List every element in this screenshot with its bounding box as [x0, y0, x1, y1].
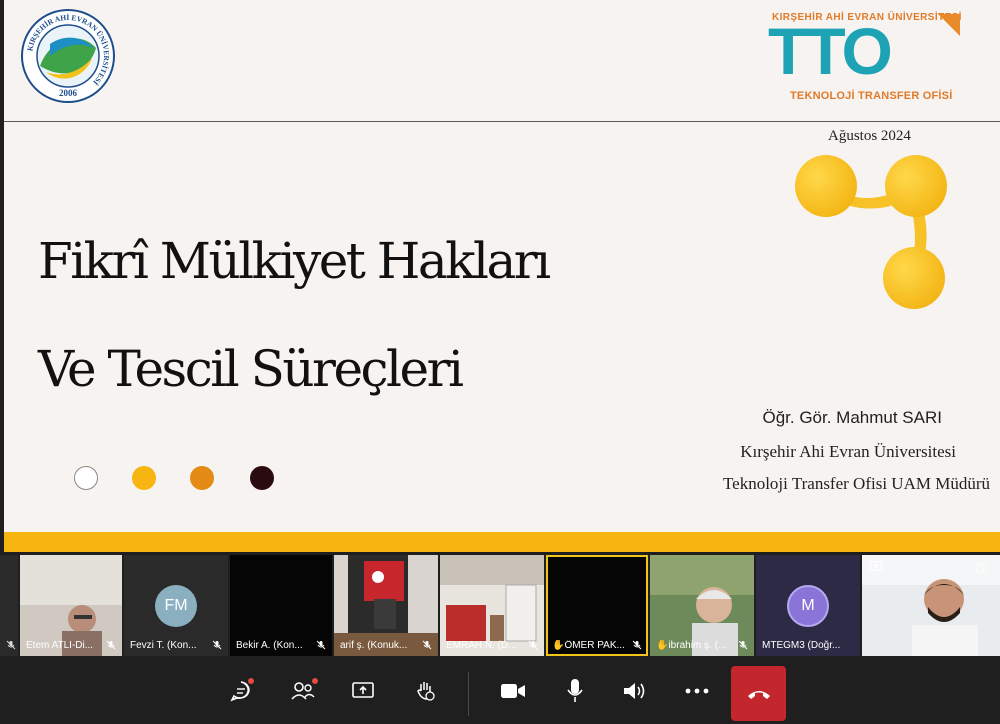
toolbar-separator [468, 672, 469, 716]
participant-name: Fevzi T. (Kon... [130, 640, 197, 651]
participant-tile-self[interactable] [862, 555, 1000, 656]
hang-up-button[interactable] [731, 666, 786, 721]
reactions-button[interactable] [408, 674, 442, 708]
participant-name: EMRAH N. (D... [446, 640, 517, 651]
decor-dot-orange [190, 466, 214, 490]
speaker-button[interactable] [618, 674, 652, 708]
mic-muted-icon [528, 640, 538, 650]
presenter-name: Öğr. Gör. Mahmut SARI [762, 408, 942, 427]
shared-slide: KIRŞEHİR AHİ EVRAN ÜNİVERSİTESİ 2006 KIR… [4, 0, 1000, 552]
tto-logo: KIRŞEHİR AHİ EVRAN ÜNİVERSİTESİ TTO TEKN… [768, 10, 966, 110]
raise-hand-icon: ✋ [656, 640, 669, 651]
participant-name: MTEGM3 (Doğr... [762, 640, 841, 651]
speaker-icon [624, 683, 645, 699]
university-logo-year: 2006 [59, 88, 78, 98]
share-screen-button[interactable] [346, 674, 380, 708]
participant-name-text: ÖMER PAK... [564, 640, 625, 651]
participant-name: Bekir A. (Kon... [236, 640, 303, 651]
pin-icon[interactable] [870, 561, 882, 571]
participant-tile[interactable]: M MTEGM3 (Doğr... [756, 555, 860, 656]
raise-hand-icon [417, 682, 435, 701]
participant-tile[interactable]: EMRAH N. (D... [440, 555, 544, 656]
slide-date: Ağustos 2024 [828, 128, 911, 144]
decor-dot-white [74, 466, 98, 490]
participant-tile[interactable]: ✋ÖMER PAK... [546, 555, 648, 656]
participant-avatar: M [787, 585, 829, 627]
meeting-toolbar [0, 656, 1000, 724]
participant-tile[interactable]: ✋ibrahim ş. (... [650, 555, 754, 656]
tto-arrow-icon [938, 14, 960, 36]
microphone-icon [567, 679, 583, 702]
presenter-affiliation-office: Teknoloji Transfer Ofisi UAM Müdürü [722, 474, 990, 493]
camera-icon [501, 684, 525, 698]
camera-button[interactable] [496, 674, 530, 708]
mic-muted-icon [738, 640, 748, 650]
participant-tile-partial[interactable] [0, 555, 18, 656]
presenter-affiliation-university: Kırşehir Ahi Evran Üniversitesi [740, 442, 956, 461]
slide-title-line1: Fikrî Mülkiyet Hakları [38, 232, 551, 290]
tto-logo-letters: TTO [768, 14, 893, 88]
participants-button[interactable] [286, 674, 320, 708]
participant-name-text: ibrahim ş. (... [668, 640, 727, 651]
university-logo: KIRŞEHİR AHİ EVRAN ÜNİVERSİTESİ 2006 [21, 9, 115, 103]
participant-name: ✋ibrahim ş. (... [656, 640, 726, 651]
mic-muted-icon [422, 640, 432, 650]
decor-dot-yellow [132, 466, 156, 490]
header-divider [4, 121, 1000, 122]
mic-muted-icon [316, 640, 326, 650]
mic-muted-icon [212, 640, 222, 650]
hang-up-icon [747, 690, 770, 699]
chat-badge [248, 678, 254, 684]
molecule-graphic-icon [795, 155, 947, 309]
decor-dot-dark [250, 466, 274, 490]
participant-tile[interactable]: Etem ATLI-Di... [20, 555, 122, 656]
participant-tile[interactable]: arif ş. (Konuk... [334, 555, 438, 656]
chat-button[interactable] [224, 674, 258, 708]
share-screen-icon [352, 682, 374, 698]
camera-switch-icon[interactable] [976, 561, 988, 573]
microphone-button[interactable] [558, 674, 592, 708]
slide-title-line2: Ve Tescil Süreçleri [38, 340, 464, 398]
participant-name: Etem ATLI-Di... [26, 640, 94, 651]
more-icon [685, 688, 709, 694]
participant-strip: Etem ATLI-Di... FM Fevzi T. (Kon... Beki… [0, 555, 1000, 656]
mic-muted-icon [6, 640, 16, 650]
participant-name: arif ş. (Konuk... [340, 640, 408, 651]
participant-tile[interactable]: Bekir A. (Kon... [230, 555, 332, 656]
participant-avatar: FM [155, 585, 197, 627]
participant-tile[interactable]: FM Fevzi T. (Kon... [124, 555, 228, 656]
participant-name: ✋ÖMER PAK... [552, 640, 625, 651]
participants-badge [312, 678, 318, 684]
more-button[interactable] [680, 674, 714, 708]
raise-hand-icon: ✋ [552, 640, 565, 651]
slide-bottom-bar [4, 532, 1000, 552]
mic-muted-icon [106, 640, 116, 650]
mic-muted-icon [632, 640, 642, 650]
tto-logo-subtitle: TEKNOLOJİ TRANSFER OFİSİ [790, 90, 953, 102]
